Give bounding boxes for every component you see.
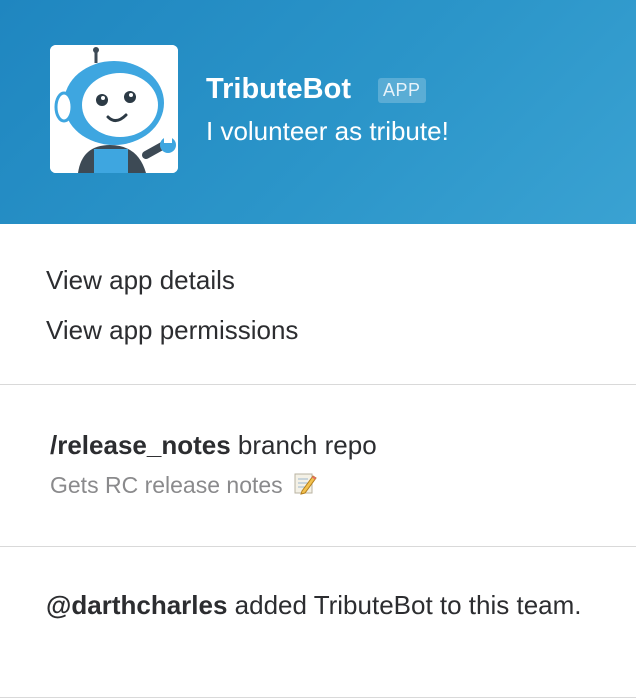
added-by-message: @darthcharles added TributeBot to this t… — [46, 584, 596, 627]
app-profile-card: TributeBot APP I volunteer as tribute! V… — [0, 0, 636, 698]
divider — [0, 546, 636, 547]
added-by-text: added TributeBot to this team. — [227, 590, 582, 620]
added-by-user-link[interactable]: @darthcharles — [46, 590, 227, 620]
command-args: branch repo — [230, 430, 377, 460]
command-description: Gets RC release notes — [50, 472, 283, 498]
command-name: /release_notes — [50, 430, 231, 460]
command-description-row: Gets RC release notes — [50, 469, 317, 503]
view-app-details-link[interactable]: View app details — [46, 263, 235, 297]
divider — [0, 384, 636, 385]
robot-avatar-icon — [50, 45, 178, 173]
pencil-memo-icon — [293, 471, 317, 503]
slash-command: /release_notes branch repo — [50, 428, 377, 462]
bot-tagline: I volunteer as tribute! — [206, 116, 449, 146]
app-badge: APP — [378, 78, 426, 103]
bot-name: TributeBot — [206, 73, 351, 105]
view-app-permissions-link[interactable]: View app permissions — [46, 313, 298, 347]
profile-header: TributeBot APP I volunteer as tribute! — [0, 0, 636, 224]
